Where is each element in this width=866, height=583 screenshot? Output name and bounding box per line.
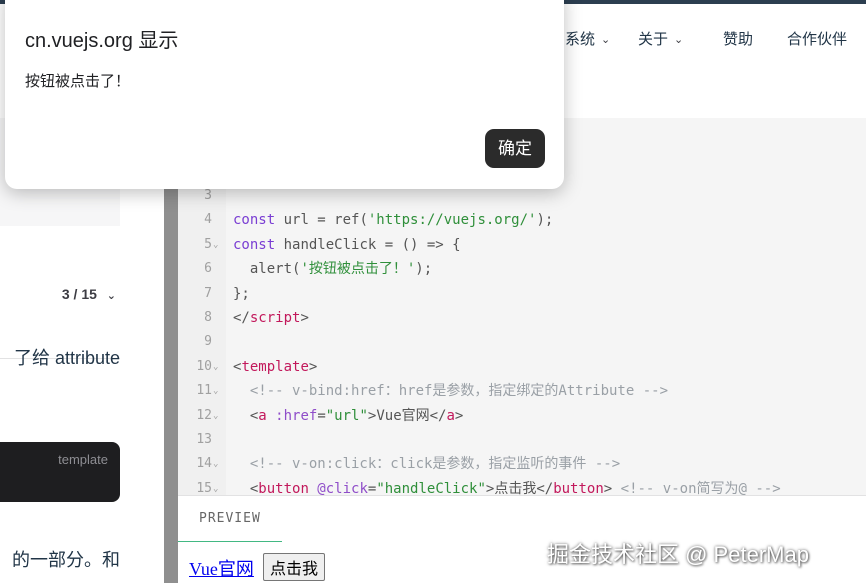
nav-item-about[interactable]: 关于 ⌄ [638, 28, 683, 48]
fold-chevron-icon[interactable]: ⌄ [213, 452, 218, 476]
click-me-button[interactable]: 点击我 [263, 553, 326, 581]
line-number: 8 [204, 310, 212, 325]
nav-item-partners[interactable]: 合作伙伴 [787, 28, 847, 48]
vue-official-link[interactable]: Vue官网 [189, 555, 254, 581]
code-text: <!-- v-on:click：click是参数，指定监听的事件 --> [233, 452, 620, 476]
code-line: 14 ⌄ <!-- v-on:click：click是参数，指定监听的事件 --> [178, 452, 866, 476]
line-number: 12 [196, 407, 212, 423]
line-number: 7 [204, 285, 212, 301]
page-indicator: 3 / 15 [61, 286, 97, 302]
code-token: script [249, 310, 301, 326]
code-token: :href [266, 407, 318, 424]
fold-chevron-icon[interactable]: ⌄ [213, 233, 218, 257]
code-token: < [233, 480, 259, 495]
fold-chevron-icon[interactable]: ⌄ [213, 379, 218, 403]
code-token: < [233, 407, 259, 424]
step-pager[interactable]: 3 / 15 ⌄ [62, 286, 116, 302]
line-number: 15 [196, 480, 212, 495]
code-token: }; [233, 285, 250, 302]
code-token: 'https://vuejs.org/' [367, 212, 537, 229]
code-line: 5 ⌄ const handleClick = () => { [178, 233, 866, 257]
code-line: 4 const url = ref('https://vuejs.org/'); [178, 208, 866, 232]
nav-item-sponsor[interactable]: 赞助 [723, 28, 753, 48]
code-text: </script> [233, 306, 309, 330]
code-line: 10 ⌄ <template> [178, 355, 866, 379]
code-token: = [317, 407, 326, 424]
code-token: > [603, 480, 613, 495]
code-token: template [241, 358, 309, 375]
code-token: <!-- v-on:click：click是参数，指定监听的事件 --> [233, 456, 621, 473]
doc-code-block: template [0, 442, 120, 502]
code-token: >点击我</ [485, 480, 554, 495]
line-number: 5 [204, 236, 212, 252]
line-number: 4 [204, 212, 212, 228]
nav-item-label: 系统 [565, 31, 596, 48]
nav-item-ecosystem[interactable]: 系统 ⌄ [565, 28, 610, 48]
code-text: const url = ref('https://vuejs.org/'); [233, 208, 553, 232]
code-text: <!-- v-bind:href：href是参数，指定绑定的Attribute … [233, 379, 668, 403]
dialog-message: 按钮被点击了！ [25, 73, 131, 90]
code-token: button [258, 480, 309, 495]
doc-text-fragment: 了给 attribute [13, 348, 120, 368]
code-text: alert('按钮被点击了！'); [233, 257, 432, 281]
code-text: }; [233, 282, 250, 306]
watermark: 掘金技术社区 @ PeterMap [547, 542, 809, 567]
code-token: > [454, 407, 464, 424]
code-token: "handleClick" [376, 480, 486, 495]
line-number: 6 [204, 261, 212, 277]
code-token: button [553, 480, 604, 495]
code-line: 6 alert('按钮被点击了！'); [178, 257, 866, 281]
code-token: handleClick = () => { [275, 236, 461, 253]
code-token: const [233, 236, 276, 253]
fold-chevron-icon[interactable]: ⌄ [213, 355, 218, 379]
code-token: url = ref( [275, 212, 368, 229]
nav-item-label: 合作伙伴 [787, 31, 848, 48]
nav-item-label: 关于 [638, 31, 669, 48]
chevron-down-icon: ⌄ [106, 290, 116, 302]
line-number: 11 [196, 383, 212, 399]
code-token: a [446, 407, 455, 424]
fold-chevron-icon[interactable]: ⌄ [213, 404, 218, 428]
line-number: 9 [204, 334, 212, 350]
chevron-down-icon: ⌄ [601, 34, 611, 46]
code-line: 12 ⌄ <a :href="url">Vue官网</a> [178, 404, 866, 428]
dialog-title: cn.vuejs.org 显示 [25, 30, 179, 52]
code-token: </ [233, 310, 250, 326]
dialog-ok-button[interactable]: 确定 [485, 129, 545, 168]
line-number: 13 [196, 432, 212, 447]
code-line: 9 [178, 330, 866, 354]
code-token: >Vue官网</ [367, 407, 447, 424]
code-token: @click [308, 480, 368, 495]
code-line: 7}; [178, 282, 866, 306]
line-number: 10 [196, 358, 212, 374]
code-token: '按钮被点击了！' [300, 261, 416, 278]
code-text: <button @click="handleClick">点击我</button… [233, 477, 781, 495]
fold-chevron-icon[interactable]: ⌄ [213, 477, 218, 495]
code-line: 11 ⌄ <!-- v-bind:href：href是参数，指定绑定的Attrib… [178, 379, 866, 403]
code-token: const [233, 212, 276, 229]
code-text: <template> [233, 355, 317, 379]
code-token: ); [415, 261, 433, 278]
alert-dialog: cn.vuejs.org 显示 按钮被点击了！ 确定 [5, 0, 564, 189]
code-token: a [258, 407, 267, 424]
chevron-down-icon: ⌄ [674, 34, 684, 46]
nav-item-label: 赞助 [723, 31, 754, 48]
code-text: const handleClick = () => { [233, 233, 461, 257]
preview-tabbar: PREVIEW [178, 495, 866, 543]
doc-text-fragment: 的一部分。和 [12, 550, 120, 570]
code-block-lang-label: template [58, 452, 108, 467]
code-token: alert( [233, 261, 301, 278]
code-line: 8 </script> [178, 306, 866, 330]
code-text: <a :href="url">Vue官网</a> [233, 404, 464, 428]
code-token: <!-- v-bind:href：href是参数，指定绑定的Attribute … [233, 383, 669, 400]
line-number: 14 [196, 456, 212, 472]
code-line: 15 ⌄ <button @click="handleClick">点击我</bu… [178, 477, 866, 495]
code-line: 13 [178, 428, 866, 452]
code-token: ); [536, 212, 554, 229]
code-token: "url" [325, 407, 368, 424]
code-token: > [308, 358, 318, 375]
code-token: > [300, 310, 309, 326]
tab-preview[interactable]: PREVIEW [199, 511, 261, 526]
code-token: <!-- v-on简写为@ --> [612, 480, 781, 495]
